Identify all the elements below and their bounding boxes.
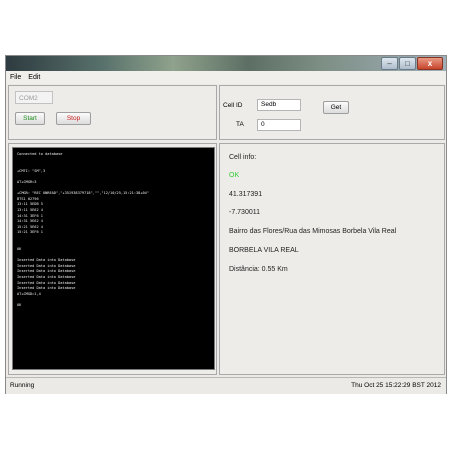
status-bar: Running Thu Oct 25 15:22:29 BST 2012 bbox=[6, 377, 446, 394]
get-label: Get bbox=[330, 104, 342, 111]
address-value: Bairro das Flores/Rua das Mimosas Borbel… bbox=[229, 228, 397, 235]
latitude-value: 41.317391 bbox=[229, 191, 263, 198]
cell-info-title: Cell info: bbox=[229, 154, 257, 161]
terminal-line: OK bbox=[17, 303, 22, 308]
start-label: Start bbox=[23, 115, 37, 122]
status-ok: OK bbox=[229, 172, 240, 179]
app-window: – □ x File Edit COM2 Start Stop Cell ID S… bbox=[5, 55, 447, 394]
menu-bar: File Edit bbox=[6, 71, 446, 84]
maximize-icon[interactable]: □ bbox=[399, 57, 416, 70]
longitude-value: -7.730011 bbox=[229, 209, 261, 216]
com-port-field[interactable]: COM2 bbox=[15, 91, 53, 104]
get-button[interactable]: Get bbox=[323, 101, 349, 114]
status-text: Running bbox=[10, 382, 35, 389]
cell-id-field[interactable]: Sedb bbox=[257, 99, 301, 111]
cell-info-panel bbox=[219, 143, 445, 375]
cell-query-panel: Cell ID Sedb TA 0 Get bbox=[219, 85, 445, 140]
terminal-output[interactable]: Connected to database +CMTI: "SM",3 AT+CMG… bbox=[12, 147, 215, 370]
title-bar[interactable]: – □ x bbox=[6, 56, 446, 71]
cell-id-label: Cell ID bbox=[223, 102, 243, 109]
menu-edit[interactable]: Edit bbox=[28, 74, 40, 81]
stop-button[interactable]: Stop bbox=[56, 112, 91, 125]
ta-label: TA bbox=[236, 121, 244, 128]
close-icon[interactable]: x bbox=[417, 57, 443, 70]
menu-file[interactable]: File bbox=[10, 74, 21, 81]
ta-field[interactable]: 0 bbox=[257, 119, 301, 131]
status-datetime: Thu Oct 25 15:22:29 BST 2012 bbox=[351, 382, 441, 389]
start-button[interactable]: Start bbox=[15, 112, 45, 125]
minimize-icon[interactable]: – bbox=[381, 57, 398, 70]
distance-value: Distância: 0.55 Km bbox=[229, 266, 288, 273]
locality-value: BORBELA VILA REAL bbox=[229, 247, 299, 254]
window-controls: – □ x bbox=[381, 57, 443, 70]
connection-panel: COM2 Start Stop bbox=[8, 85, 217, 140]
stop-label: Stop bbox=[66, 115, 81, 122]
